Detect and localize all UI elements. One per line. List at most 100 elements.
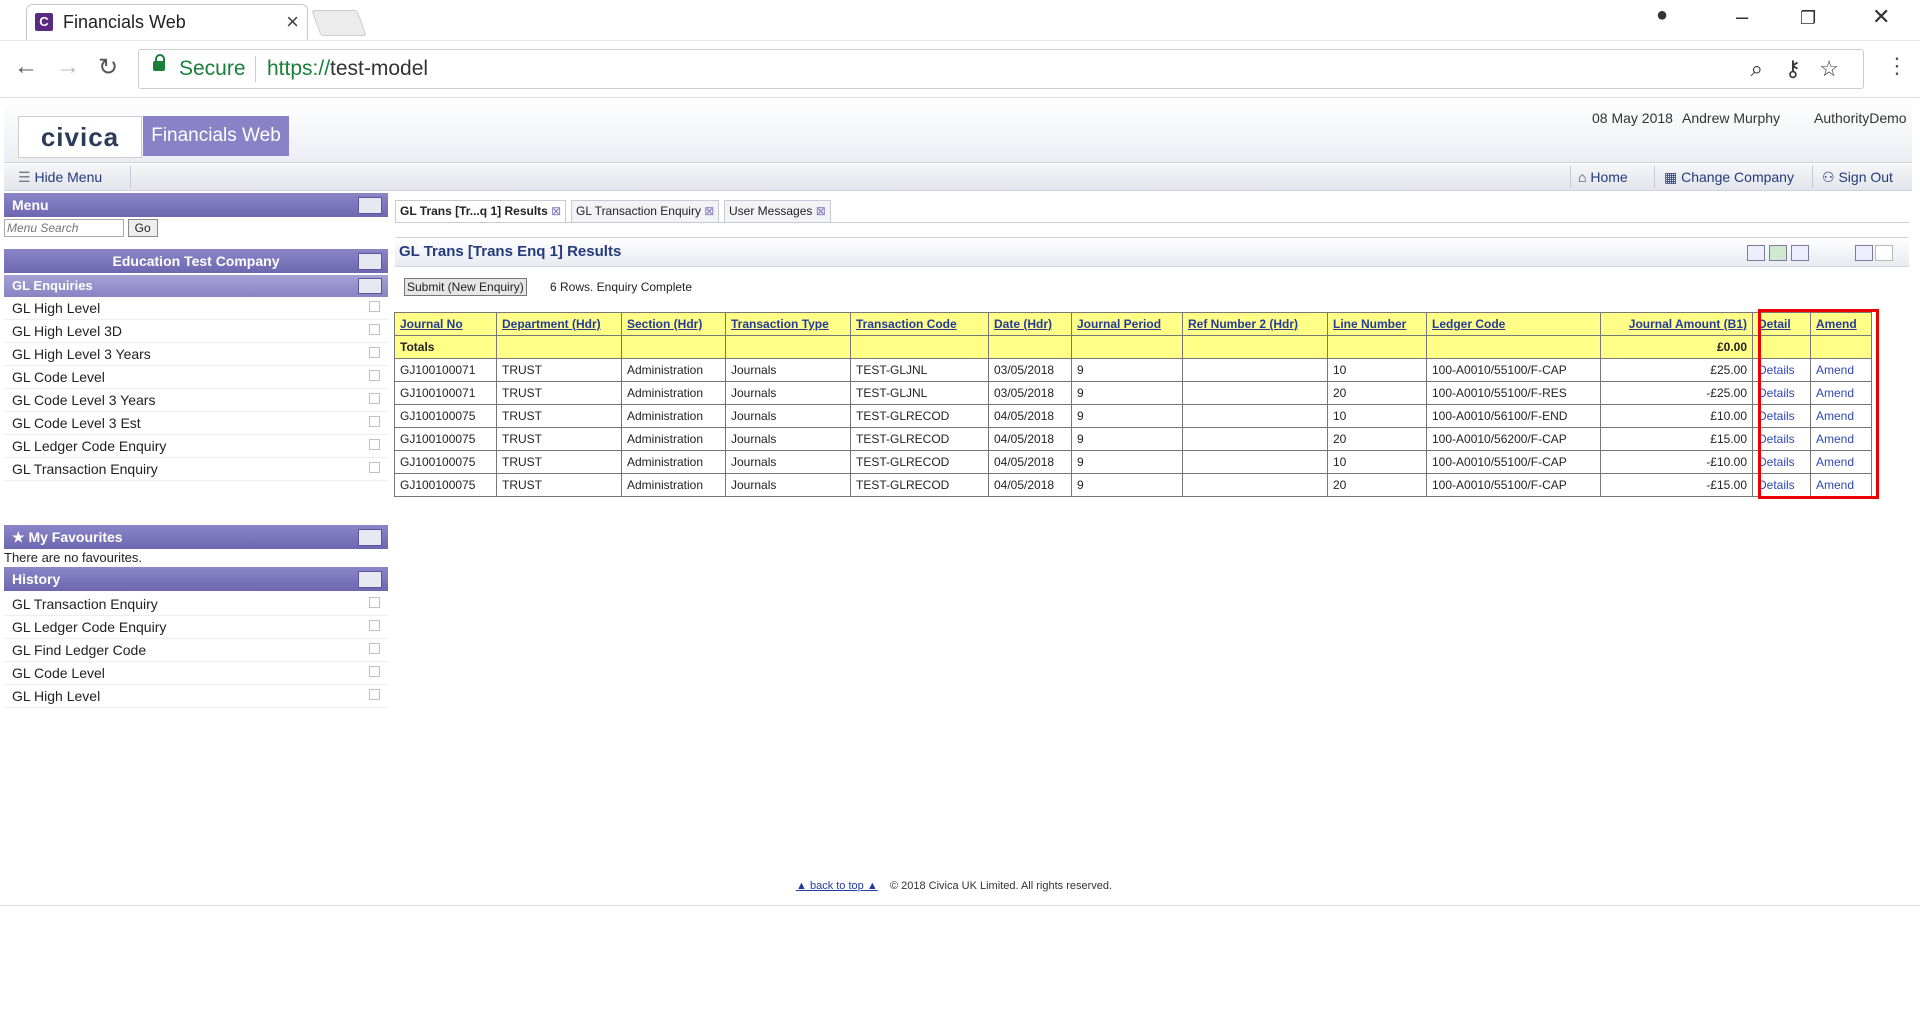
restore-icon[interactable]: ❐ <box>1800 8 1816 29</box>
column-header[interactable]: Section (Hdr) <box>621 312 726 336</box>
column-header[interactable]: Journal Amount (B1) <box>1600 312 1753 336</box>
sort-link[interactable]: Journal Amount (B1) <box>1629 317 1747 331</box>
column-header[interactable]: Ledger Code <box>1426 312 1601 336</box>
star-icon[interactable]: ☆ <box>1819 56 1839 82</box>
column-header[interactable]: Date (Hdr) <box>988 312 1072 336</box>
menu-search-input[interactable] <box>4 219 124 237</box>
key-icon[interactable]: ⚷ <box>1785 56 1801 82</box>
column-header[interactable]: Journal Period <box>1071 312 1183 336</box>
tab-results[interactable]: GL Trans [Tr...q 1] Results ⊠ <box>395 200 567 223</box>
url-field[interactable]: Secure https://test-model ⌕ ⚷ ☆ <box>138 49 1864 89</box>
sort-link[interactable]: Transaction Code <box>856 317 957 331</box>
table-cell <box>1182 381 1328 405</box>
sort-link[interactable]: Journal Period <box>1077 317 1161 331</box>
table-cell: -£15.00 <box>1600 473 1753 497</box>
sort-link[interactable]: Ref Number 2 (Hdr) <box>1188 317 1298 331</box>
open-window-icon[interactable] <box>369 620 380 631</box>
menu-item[interactable]: GL High Level 3D <box>4 320 388 343</box>
menu-item[interactable]: GL Transaction Enquiry <box>4 458 388 481</box>
table-cell: Journals <box>725 381 851 405</box>
close-icon[interactable] <box>1875 245 1893 261</box>
sort-link[interactable]: Department (Hdr) <box>502 317 601 331</box>
column-header[interactable]: Ref Number 2 (Hdr) <box>1182 312 1328 336</box>
back-arrow-icon[interactable]: ← <box>14 53 38 81</box>
table-cell: TEST-GLJNL <box>850 381 989 405</box>
collapse-panel-icon[interactable] <box>358 529 382 546</box>
history-item[interactable]: GL Find Ledger Code <box>4 639 388 662</box>
open-window-icon[interactable] <box>369 370 380 381</box>
up-folder-icon[interactable] <box>358 278 382 294</box>
zoom-icon[interactable]: ⌕ <box>1751 56 1763 82</box>
open-window-icon[interactable] <box>369 439 380 450</box>
new-tab-button[interactable] <box>311 10 367 36</box>
hide-menu-button[interactable]: ☰ Hide Menu <box>18 169 102 186</box>
sort-link[interactable]: Line Number <box>1333 317 1406 331</box>
table-cell: 100-A0010/55100/F-CAP <box>1426 358 1601 382</box>
column-header[interactable]: Line Number <box>1327 312 1427 336</box>
tab-transaction-enquiry[interactable]: GL Transaction Enquiry ⊠ <box>571 200 720 222</box>
column-header[interactable]: Transaction Code <box>850 312 989 336</box>
history-item[interactable]: GL Ledger Code Enquiry <box>4 616 388 639</box>
table-cell: Journals <box>725 427 851 451</box>
history-item[interactable]: GL High Level <box>4 685 388 708</box>
history-item[interactable]: GL Code Level <box>4 662 388 685</box>
profile-icon[interactable]: ● <box>1656 4 1668 27</box>
history-item[interactable]: GL Transaction Enquiry <box>4 593 388 616</box>
close-tab-icon[interactable]: × <box>286 9 299 35</box>
column-header[interactable]: Transaction Type <box>725 312 851 336</box>
table-cell: TRUST <box>496 381 622 405</box>
sort-link[interactable]: Date (Hdr) <box>994 317 1052 331</box>
open-window-icon[interactable] <box>369 597 380 608</box>
collapse-panel-icon[interactable] <box>358 197 382 214</box>
menu-item[interactable]: GL Code Level 3 Est <box>4 412 388 435</box>
reload-icon[interactable]: ↻ <box>98 53 118 82</box>
menu-item[interactable]: GL High Level 3 Years <box>4 343 388 366</box>
table-cell: TRUST <box>496 404 622 428</box>
tab-user-messages[interactable]: User Messages ⊠ <box>724 200 831 222</box>
column-header[interactable]: Journal No <box>394 312 497 336</box>
close-tab-icon[interactable]: ⊠ <box>551 204 561 218</box>
menu-item[interactable]: GL Code Level <box>4 366 388 389</box>
open-window-icon[interactable] <box>369 416 380 427</box>
excel-export-icon[interactable] <box>1769 245 1787 261</box>
menu-item[interactable]: GL Ledger Code Enquiry <box>4 435 388 458</box>
open-window-icon[interactable] <box>369 324 380 335</box>
sort-link[interactable]: Ledger Code <box>1432 317 1505 331</box>
save-icon[interactable] <box>1791 245 1809 261</box>
sort-link[interactable]: Journal No <box>400 317 463 331</box>
table-cell: TRUST <box>496 473 622 497</box>
open-window-icon[interactable] <box>369 301 380 312</box>
collapse-panel-icon[interactable] <box>358 571 382 588</box>
window-icon[interactable] <box>1855 245 1873 261</box>
gl-enquiries-header[interactable]: GL Enquiries <box>4 273 388 297</box>
home-icon: ⌂ <box>1578 169 1587 185</box>
close-tab-icon[interactable]: ⊠ <box>816 204 826 218</box>
open-window-icon[interactable] <box>369 643 380 654</box>
go-button[interactable]: Go <box>127 219 158 237</box>
browser-tab[interactable]: C Financials Web × <box>26 4 308 40</box>
close-tab-icon[interactable]: ⊠ <box>704 204 714 218</box>
minimize-icon[interactable]: – <box>1736 4 1748 30</box>
open-window-icon[interactable] <box>369 462 380 473</box>
menu-item[interactable]: GL High Level <box>4 297 388 320</box>
url-scheme: https:// <box>267 57 331 80</box>
forward-arrow-icon[interactable]: → <box>56 53 80 81</box>
column-header[interactable]: Department (Hdr) <box>496 312 622 336</box>
home-button[interactable]: ⌂ Home <box>1578 169 1628 185</box>
change-company-button[interactable]: ▦ Change Company <box>1664 169 1794 186</box>
back-to-top-link[interactable]: ▲ back to top ▲ <box>796 880 878 892</box>
sort-link[interactable]: Transaction Type <box>731 317 829 331</box>
sort-link[interactable]: Section (Hdr) <box>627 317 702 331</box>
sign-out-button[interactable]: ⚇ Sign Out <box>1822 169 1893 186</box>
print-icon[interactable] <box>1747 245 1765 261</box>
collapse-panel-icon[interactable] <box>358 253 382 270</box>
chrome-menu-icon[interactable]: ⋮ <box>1886 53 1908 79</box>
menu-item[interactable]: GL Code Level 3 Years <box>4 389 388 412</box>
submit-new-enquiry-button[interactable]: Submit (New Enquiry) <box>404 278 527 296</box>
open-window-icon[interactable] <box>369 393 380 404</box>
open-window-icon[interactable] <box>369 689 380 700</box>
open-window-icon[interactable] <box>369 666 380 677</box>
close-window-icon[interactable]: ✕ <box>1872 4 1890 30</box>
sign-out-icon: ⚇ <box>1822 169 1835 185</box>
open-window-icon[interactable] <box>369 347 380 358</box>
